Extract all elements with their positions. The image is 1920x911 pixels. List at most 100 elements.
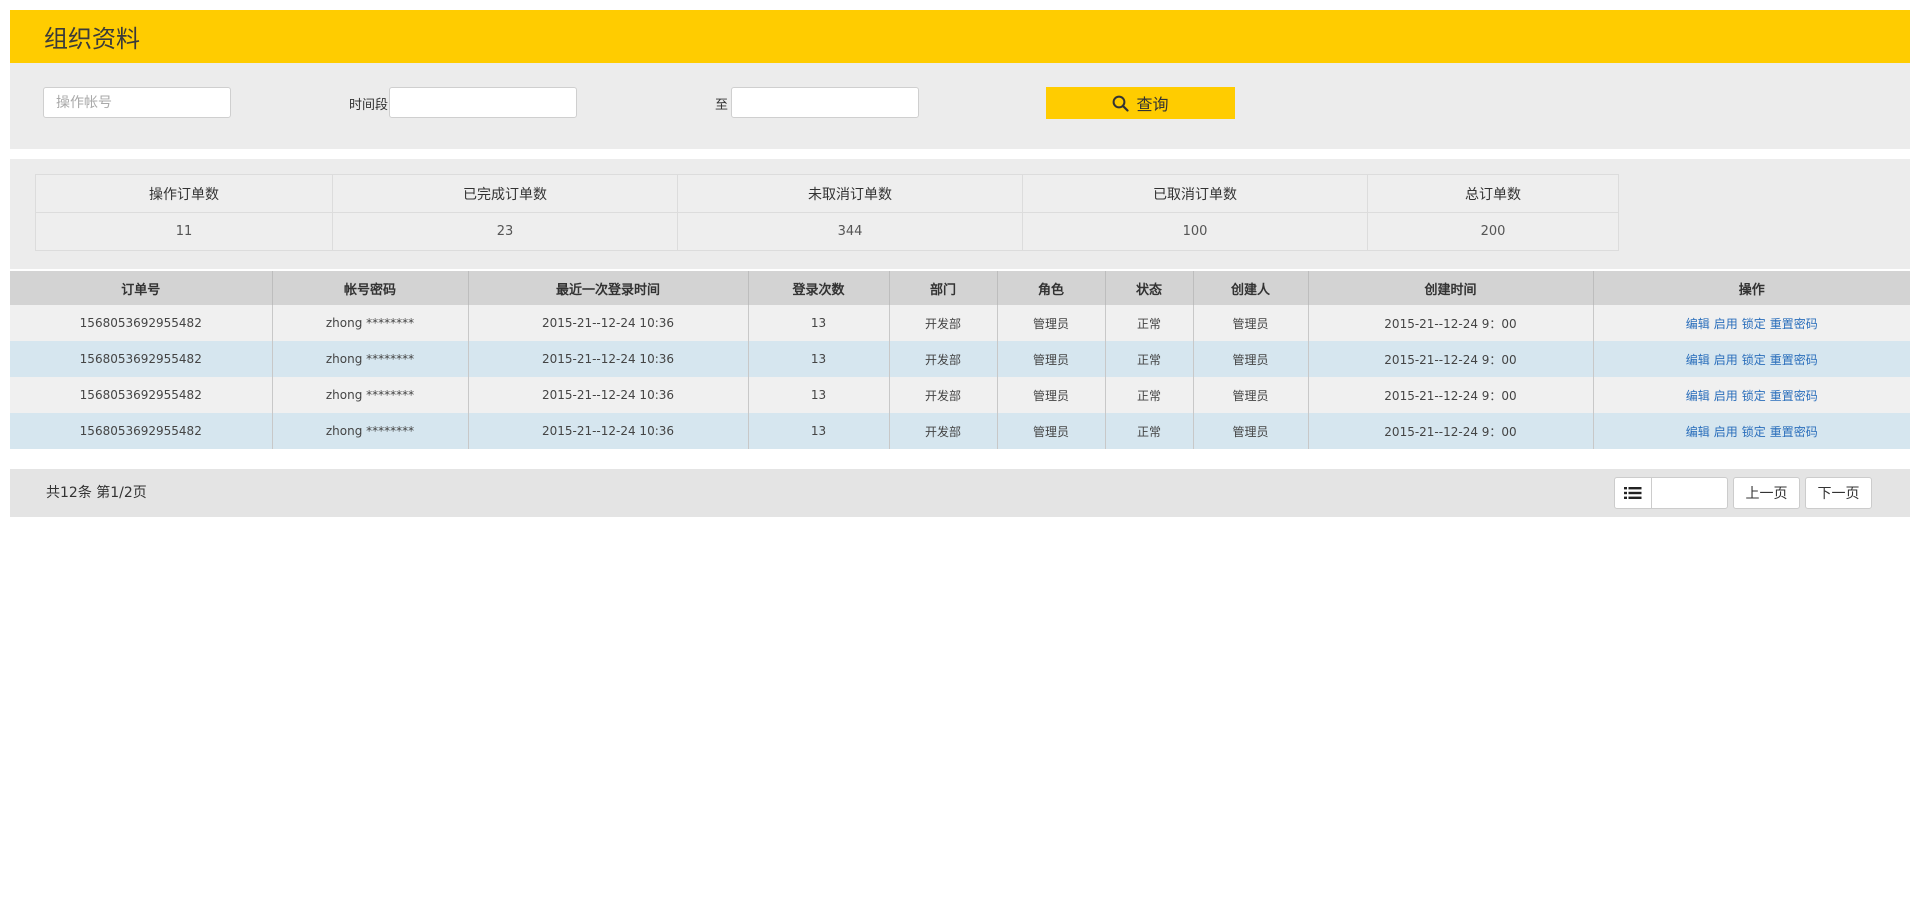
- order-id-cell: 1568053692955482: [10, 341, 273, 377]
- order-id-cell: 1568053692955482: [10, 377, 273, 413]
- reset-password-link[interactable]: 重置密码: [1770, 317, 1818, 331]
- column-header: 状态: [1105, 271, 1194, 305]
- edit-link[interactable]: 编辑: [1686, 317, 1710, 331]
- prev-page-button[interactable]: 上一页: [1733, 477, 1800, 509]
- filter-panel: 时间段 至 查询: [10, 63, 1910, 149]
- column-header: 操作: [1593, 271, 1910, 305]
- stats-panel: 操作订单数 已完成订单数 未取消订单数 已取消订单数 总订单数 11 23 34…: [10, 159, 1910, 269]
- query-button[interactable]: 查询: [1046, 87, 1235, 119]
- stats-value: 11: [35, 212, 333, 251]
- column-header: 部门: [889, 271, 998, 305]
- login-count-cell: 13: [748, 341, 890, 377]
- stats-table: 操作订单数 已完成订单数 未取消订单数 已取消订单数 总订单数 11 23 34…: [35, 174, 1619, 251]
- last-login-cell: 2015-21--12-24 10:36: [468, 341, 749, 377]
- edit-link[interactable]: 编辑: [1686, 389, 1710, 403]
- department-cell: 开发部: [889, 413, 998, 449]
- last-login-cell: 2015-21--12-24 10:36: [468, 413, 749, 449]
- start-time-input[interactable]: [389, 87, 577, 118]
- role-cell: 管理员: [997, 341, 1106, 377]
- edit-link[interactable]: 编辑: [1686, 353, 1710, 367]
- page-number-input[interactable]: [1651, 477, 1728, 509]
- list-icon: [1624, 487, 1642, 499]
- created-time-cell: 2015-21--12-24 9：00: [1308, 413, 1594, 449]
- stats-value: 200: [1367, 212, 1619, 251]
- stats-value: 344: [677, 212, 1023, 251]
- reset-password-link[interactable]: 重置密码: [1770, 425, 1818, 439]
- stats-header-row: 操作订单数 已完成订单数 未取消订单数 已取消订单数 总订单数: [35, 174, 1619, 213]
- search-icon: [1113, 95, 1130, 112]
- stats-header: 操作订单数: [35, 174, 333, 213]
- actions-cell: 编辑 启用 锁定 重置密码: [1593, 305, 1910, 341]
- table-header-row: 订单号 帐号密码 最近一次登录时间 登录次数 部门 角色 状态 创建人 创建时间…: [10, 271, 1910, 305]
- creator-cell: 管理员: [1193, 377, 1309, 413]
- page-header: 组织资料: [10, 10, 1910, 63]
- data-table: 订单号 帐号密码 最近一次登录时间 登录次数 部门 角色 状态 创建人 创建时间…: [10, 271, 1910, 449]
- column-header: 最近一次登录时间: [468, 271, 749, 305]
- department-cell: 开发部: [889, 377, 998, 413]
- account-cell: zhong ********: [272, 413, 469, 449]
- account-cell: zhong ********: [272, 377, 469, 413]
- column-header: 登录次数: [748, 271, 890, 305]
- status-cell: 正常: [1105, 341, 1194, 377]
- column-header: 角色: [997, 271, 1106, 305]
- stats-header: 已完成订单数: [332, 174, 678, 213]
- column-header: 创建时间: [1308, 271, 1594, 305]
- column-header: 创建人: [1193, 271, 1309, 305]
- enable-link[interactable]: 启用: [1714, 317, 1738, 331]
- created-time-cell: 2015-21--12-24 9：00: [1308, 341, 1594, 377]
- order-id-cell: 1568053692955482: [10, 305, 273, 341]
- account-cell: zhong ********: [272, 305, 469, 341]
- enable-link[interactable]: 启用: [1714, 425, 1738, 439]
- table-row: 1568053692955482 zhong ******** 2015-21-…: [10, 377, 1910, 413]
- column-header: 订单号: [10, 271, 273, 305]
- table-row: 1568053692955482 zhong ******** 2015-21-…: [10, 341, 1910, 377]
- page-list-button[interactable]: [1614, 477, 1652, 509]
- stats-header: 总订单数: [1367, 174, 1619, 213]
- enable-link[interactable]: 启用: [1714, 389, 1738, 403]
- status-cell: 正常: [1105, 377, 1194, 413]
- page-title: 组织资料: [44, 25, 140, 53]
- stats-value: 23: [332, 212, 678, 251]
- edit-link[interactable]: 编辑: [1686, 425, 1710, 439]
- stats-value: 100: [1022, 212, 1368, 251]
- creator-cell: 管理员: [1193, 341, 1309, 377]
- reset-password-link[interactable]: 重置密码: [1770, 353, 1818, 367]
- to-label: 至: [715, 98, 729, 113]
- role-cell: 管理员: [997, 377, 1106, 413]
- lock-link[interactable]: 锁定: [1742, 425, 1766, 439]
- query-label: 查询: [1136, 95, 1169, 114]
- reset-password-link[interactable]: 重置密码: [1770, 389, 1818, 403]
- role-cell: 管理员: [997, 413, 1106, 449]
- stats-value-row: 11 23 344 100 200: [35, 212, 1619, 251]
- account-input[interactable]: [43, 87, 231, 118]
- login-count-cell: 13: [748, 377, 890, 413]
- login-count-cell: 13: [748, 413, 890, 449]
- role-cell: 管理员: [997, 305, 1106, 341]
- pagination-bar: 共12条 第1/2页 上一页 下一页: [10, 469, 1910, 517]
- department-cell: 开发部: [889, 305, 998, 341]
- lock-link[interactable]: 锁定: [1742, 353, 1766, 367]
- order-id-cell: 1568053692955482: [10, 413, 273, 449]
- stats-header: 未取消订单数: [677, 174, 1023, 213]
- status-cell: 正常: [1105, 413, 1194, 449]
- status-cell: 正常: [1105, 305, 1194, 341]
- department-cell: 开发部: [889, 341, 998, 377]
- created-time-cell: 2015-21--12-24 9：00: [1308, 305, 1594, 341]
- table-row: 1568053692955482 zhong ******** 2015-21-…: [10, 305, 1910, 341]
- end-time-input[interactable]: [731, 87, 919, 118]
- created-time-cell: 2015-21--12-24 9：00: [1308, 377, 1594, 413]
- last-login-cell: 2015-21--12-24 10:36: [468, 377, 749, 413]
- lock-link[interactable]: 锁定: [1742, 389, 1766, 403]
- stats-header: 已取消订单数: [1022, 174, 1368, 213]
- creator-cell: 管理员: [1193, 305, 1309, 341]
- actions-cell: 编辑 启用 锁定 重置密码: [1593, 377, 1910, 413]
- actions-cell: 编辑 启用 锁定 重置密码: [1593, 413, 1910, 449]
- next-page-button[interactable]: 下一页: [1805, 477, 1872, 509]
- table-row: 1568053692955482 zhong ******** 2015-21-…: [10, 413, 1910, 449]
- actions-cell: 编辑 启用 锁定 重置密码: [1593, 341, 1910, 377]
- enable-link[interactable]: 启用: [1714, 353, 1738, 367]
- column-header: 帐号密码: [272, 271, 469, 305]
- pagination-summary: 共12条 第1/2页: [46, 485, 147, 501]
- lock-link[interactable]: 锁定: [1742, 317, 1766, 331]
- login-count-cell: 13: [748, 305, 890, 341]
